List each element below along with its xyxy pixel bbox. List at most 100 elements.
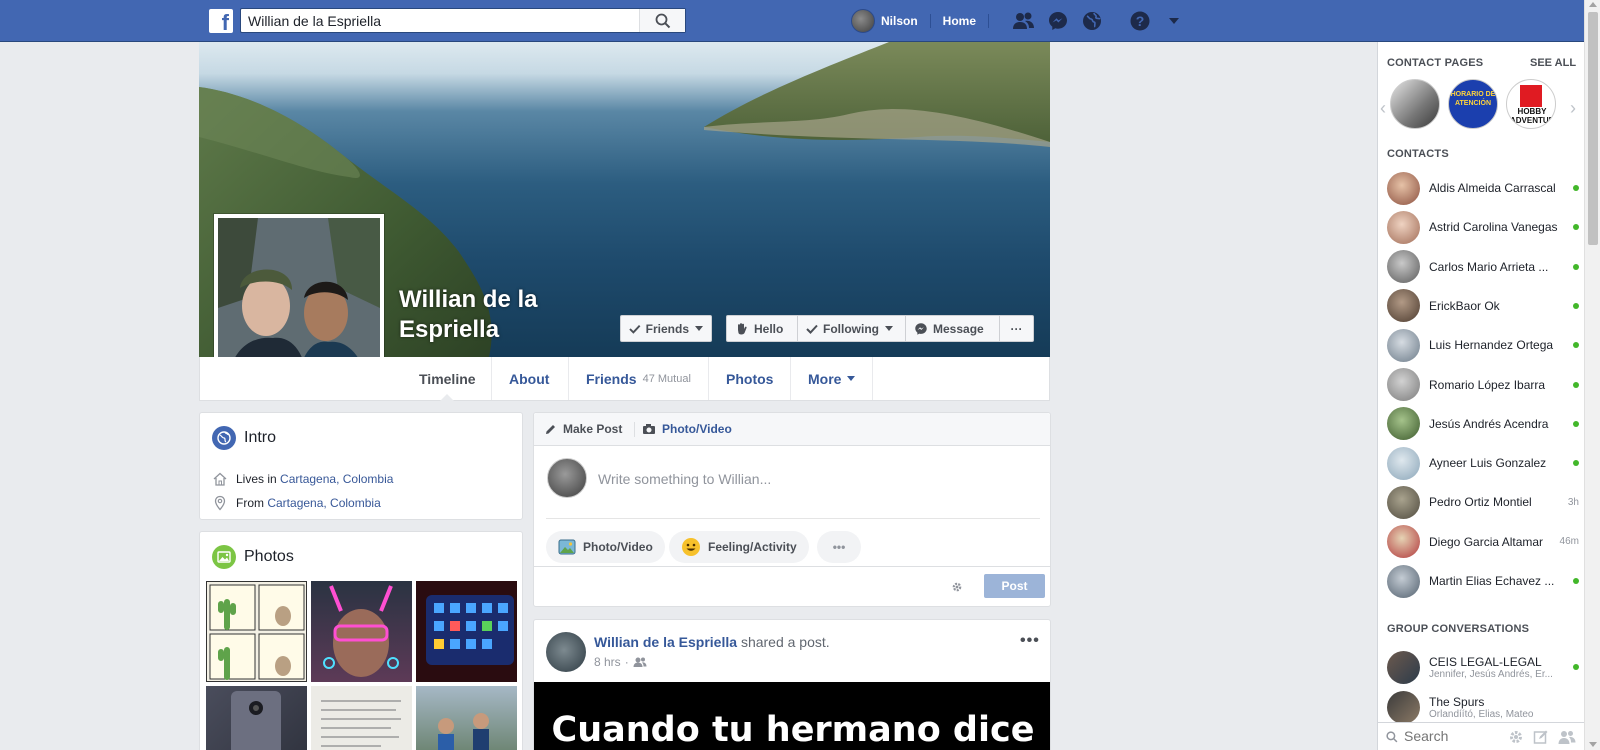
- group-members: Jennifer, Jesús Andrés, Er...: [1429, 668, 1553, 680]
- tab-timeline[interactable]: Timeline: [402, 357, 492, 401]
- contact-avatar: [1387, 368, 1420, 401]
- settings-gear-icon[interactable]: [951, 581, 963, 593]
- new-message-icon[interactable]: [1533, 729, 1549, 745]
- chat-settings-gear-icon[interactable]: [1508, 729, 1524, 745]
- home-link[interactable]: Home: [943, 14, 990, 28]
- scroll-down-arrow-icon[interactable]: [1589, 742, 1597, 747]
- friend-requests-icon[interactable]: [1007, 11, 1041, 31]
- photo-thumbnail[interactable]: [416, 686, 517, 750]
- contact-item[interactable]: Diego Garcia Altamar 46m: [1387, 524, 1579, 560]
- contact-name: Ayneer Luis Gonzalez: [1429, 456, 1547, 471]
- messenger-icon[interactable]: [1041, 10, 1075, 32]
- active-tab-indicator: [440, 394, 454, 401]
- scroll-up-arrow-icon[interactable]: [1589, 2, 1597, 7]
- tab-more[interactable]: More: [791, 357, 873, 400]
- feeling-activity-label: Feeling/Activity: [708, 540, 797, 554]
- contact-item[interactable]: Luis Hernandez Ortega: [1387, 327, 1579, 363]
- search-box: [240, 8, 686, 33]
- photo-thumbnail[interactable]: [416, 581, 517, 682]
- contact-item[interactable]: Romario López Ibarra: [1387, 367, 1579, 403]
- contact-item[interactable]: Aldis Almeida Carrascal: [1387, 170, 1579, 206]
- facebook-logo[interactable]: f: [209, 9, 233, 33]
- contact-page-avatar[interactable]: HORARIO DE ATENCIÓN: [1448, 79, 1498, 129]
- intro-header: Intro: [212, 426, 276, 450]
- carousel-prev-icon[interactable]: ‹: [1380, 98, 1386, 119]
- from-place-link[interactable]: Cartagena, Colombia: [267, 496, 380, 510]
- post-image[interactable]: Cuando tu hermano dice: [534, 682, 1050, 750]
- contact-item[interactable]: ErickBaor Ok: [1387, 288, 1579, 324]
- photo-video-button[interactable]: Photo/Video: [546, 531, 665, 563]
- page-scrollbar[interactable]: [1584, 0, 1600, 750]
- tab-photos-label: Photos: [726, 370, 774, 387]
- post-author-avatar[interactable]: [546, 632, 586, 672]
- message-button[interactable]: Message: [905, 315, 999, 342]
- group-avatar: [1387, 650, 1420, 684]
- wave-hand-icon: [738, 322, 747, 334]
- contact-page-avatar[interactable]: HOBBY ADVENTURE: [1506, 79, 1556, 129]
- composer-card: Make Post Photo/Video Write something to…: [533, 412, 1051, 607]
- lives-in-place-link[interactable]: Cartagena, Colombia: [280, 472, 393, 486]
- feed-post-card: Willian de la Espriella shared a post. 8…: [533, 619, 1051, 750]
- photos-icon: [212, 545, 236, 569]
- search-button[interactable]: [639, 9, 685, 32]
- online-status-dot: [1573, 224, 1579, 231]
- group-conversation-item[interactable]: CEIS LEGAL-LEGAL Jennifer, Jesús Andrés,…: [1387, 647, 1579, 687]
- contact-item[interactable]: Astrid Carolina Vanegas: [1387, 209, 1579, 245]
- tab-about[interactable]: About: [492, 357, 569, 400]
- contact-item[interactable]: Martin Elias Echavez ...: [1387, 563, 1579, 599]
- group-text: CEIS LEGAL-LEGAL Jennifer, Jesús Andrés,…: [1429, 655, 1567, 680]
- contact-item[interactable]: Carlos Mario Arrieta ...: [1387, 249, 1579, 285]
- composer-avatar: [547, 458, 587, 498]
- account-menu-caret-icon[interactable]: [1157, 17, 1191, 25]
- carousel-next-icon[interactable]: ›: [1570, 98, 1576, 119]
- make-post-tab[interactable]: Make Post: [544, 422, 622, 436]
- help-icon[interactable]: ?: [1123, 10, 1157, 32]
- photo-video-tab[interactable]: Photo/Video: [642, 422, 732, 436]
- photos-header[interactable]: Photos: [212, 545, 294, 569]
- contact-item[interactable]: Ayneer Luis Gonzalez: [1387, 445, 1579, 481]
- feeling-activity-button[interactable]: Feeling/Activity: [669, 531, 809, 563]
- create-group-icon[interactable]: [1558, 729, 1576, 745]
- photo-thumbnail[interactable]: [311, 581, 412, 682]
- chat-search-input[interactable]: [1404, 728, 1494, 744]
- user-avatar[interactable]: [851, 9, 875, 33]
- profile-tabs: Timeline About Friends 47 Mutual Photos …: [199, 357, 1050, 401]
- search-input[interactable]: [248, 13, 638, 29]
- contact-page-avatar[interactable]: [1390, 79, 1440, 129]
- following-button-label: Following: [823, 321, 879, 336]
- group-name: The Spurs: [1429, 694, 1485, 709]
- contact-page-badge-text: HORARIO DE ATENCIÓN: [1450, 91, 1496, 107]
- scrollbar-thumb[interactable]: [1588, 12, 1598, 245]
- contact-item[interactable]: Pedro Ortiz Montiel 3h: [1387, 484, 1579, 520]
- camera-icon: [643, 424, 655, 434]
- contact-name: Pedro Ortiz Montiel: [1429, 495, 1532, 510]
- post-author-link[interactable]: Willian de la Espriella: [594, 634, 737, 650]
- group-conversation-item[interactable]: The Spurs Órlandíító, Elias, Mateo: [1387, 687, 1579, 727]
- friends-audience-icon[interactable]: [633, 656, 647, 668]
- tab-photos[interactable]: Photos: [709, 357, 791, 400]
- svg-text:?: ?: [1136, 13, 1145, 29]
- following-button[interactable]: Following: [797, 315, 905, 342]
- post-timestamp[interactable]: 8 hrs: [594, 655, 621, 669]
- post-button[interactable]: Post: [984, 574, 1045, 598]
- contact-pages-title: CONTACT PAGES: [1387, 57, 1484, 69]
- notifications-globe-icon[interactable]: [1075, 10, 1109, 32]
- composer-input[interactable]: Write something to Willian...: [598, 471, 771, 487]
- composer-more-button[interactable]: •••: [817, 531, 861, 563]
- last-active-time: 46m: [1559, 536, 1579, 548]
- tab-friends[interactable]: Friends 47 Mutual: [569, 357, 709, 400]
- photo-thumbnail[interactable]: [206, 581, 307, 682]
- hello-button[interactable]: Hello: [726, 315, 797, 342]
- globe-icon: [212, 426, 236, 450]
- post-options-icon[interactable]: •••: [1020, 632, 1040, 650]
- profile-link[interactable]: Nilson: [881, 14, 931, 28]
- contact-item[interactable]: Jesús Andrés Acendra: [1387, 406, 1579, 442]
- friends-button[interactable]: Friends: [620, 315, 712, 342]
- online-status-dot: [1573, 263, 1579, 270]
- profile-name[interactable]: Willian de la Espriella: [399, 285, 599, 345]
- photo-thumbnail[interactable]: [206, 686, 307, 750]
- see-all-link[interactable]: SEE ALL: [1530, 57, 1576, 69]
- photo-thumbnail[interactable]: [311, 686, 412, 750]
- more-options-button[interactable]: ···: [999, 315, 1034, 342]
- contact-name: Carlos Mario Arrieta ...: [1429, 259, 1549, 274]
